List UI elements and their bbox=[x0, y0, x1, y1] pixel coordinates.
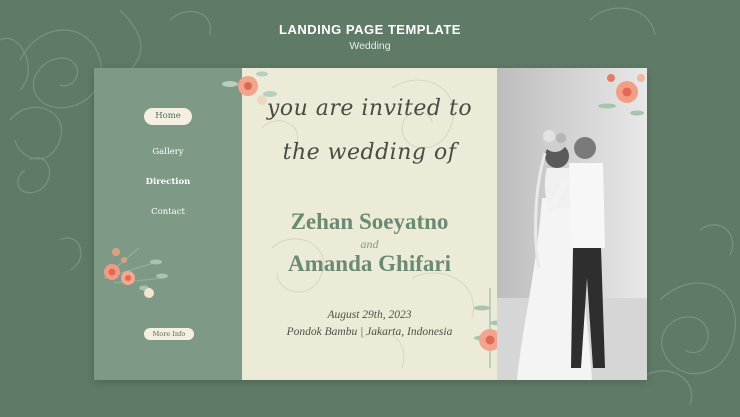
bride-name: Amanda Ghifari bbox=[288, 251, 451, 276]
flower-bouquet-icon bbox=[103, 247, 168, 298]
nav-gallery[interactable]: Gallery bbox=[94, 147, 242, 157]
more-info-button[interactable]: More Info bbox=[144, 328, 194, 340]
invite-line-2: the wedding of bbox=[282, 140, 457, 165]
groom-name: Zehan Soeyatno bbox=[290, 209, 449, 234]
wedding-place: Pondok Bambu | Jakarta, Indonesia bbox=[286, 326, 453, 338]
photo-corner-flowers-icon bbox=[598, 74, 645, 116]
landing-card: Home Gallery Direction Contact More Info bbox=[94, 68, 647, 380]
page-title: LANDING PAGE TEMPLATE bbox=[279, 22, 461, 37]
nav-home[interactable]: Home bbox=[144, 108, 192, 125]
and-text: and bbox=[360, 237, 379, 251]
nav-direction[interactable]: Direction bbox=[94, 177, 242, 187]
couple-photo bbox=[497, 68, 647, 380]
wedding-date: August 29th, 2023 bbox=[327, 309, 412, 321]
page-subtitle: Wedding bbox=[349, 40, 391, 52]
nav-contact[interactable]: Contact bbox=[94, 207, 242, 217]
invite-line-1: you are invited to bbox=[266, 96, 473, 121]
sidebar: Home Gallery Direction Contact More Info bbox=[94, 68, 242, 380]
